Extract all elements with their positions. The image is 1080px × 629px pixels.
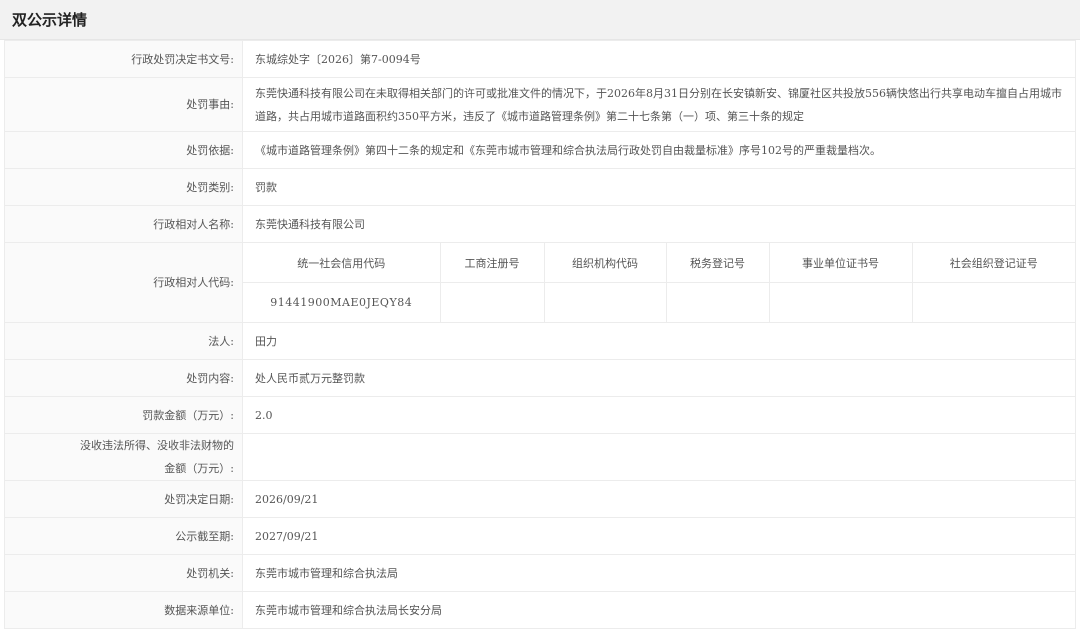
authority-value: 东莞市城市管理和综合执法局 <box>242 554 1076 592</box>
legal-person-value: 田力 <box>242 322 1076 360</box>
row-source: 数据来源单位: 东莞市城市管理和综合执法局长安分局 <box>4 591 1076 629</box>
row-decision-date: 处罚决定日期: 2026/09/21 <box>4 480 1076 518</box>
row-confiscation: 没收违法所得、没收非法财物的 金额（万元）: <box>4 433 1076 481</box>
row-publish-until: 公示截至期: 2027/09/21 <box>4 517 1076 555</box>
code-value-tax <box>666 282 770 322</box>
row-party-code: 行政相对人代码: 统一社会信用代码 工商注册号 组织机构代码 税务登记号 事业单… <box>4 242 1076 323</box>
code-header-tax: 税务登记号 <box>666 243 770 283</box>
party-code-cell: 统一社会信用代码 工商注册号 组织机构代码 税务登记号 事业单位证书号 社会组织… <box>242 242 1076 323</box>
source-value: 东莞市城市管理和综合执法局长安分局 <box>242 591 1076 629</box>
decision-no-label: 行政处罚决定书文号: <box>4 40 243 78</box>
party-code-table: 统一社会信用代码 工商注册号 组织机构代码 税务登记号 事业单位证书号 社会组织… <box>243 243 1075 322</box>
confiscation-label: 没收违法所得、没收非法财物的 金额（万元）: <box>4 433 243 481</box>
content-label: 处罚内容: <box>4 359 243 397</box>
party-code-header-row: 统一社会信用代码 工商注册号 组织机构代码 税务登记号 事业单位证书号 社会组织… <box>243 243 1075 283</box>
code-value-institution <box>769 282 913 322</box>
fine-value: 2.0 <box>242 396 1076 434</box>
cause-value: 东莞快通科技有限公司在未取得相关部门的许可或批准文件的情况下，于2026年8月3… <box>242 77 1076 132</box>
category-label: 处罚类别: <box>4 168 243 206</box>
confiscation-label-line2: 金额（万元）: <box>164 462 234 475</box>
code-value-business-reg <box>440 282 545 322</box>
party-code-value-row: 91441900MAE0JEQY84 <box>243 282 1075 323</box>
decision-no-value: 东城综处字〔2026〕第7-0094号 <box>242 40 1076 78</box>
decision-date-value: 2026/09/21 <box>242 480 1076 518</box>
code-header-org-code: 组织机构代码 <box>544 243 667 283</box>
party-name-value: 东莞快通科技有限公司 <box>242 205 1076 243</box>
code-header-institution: 事业单位证书号 <box>769 243 913 283</box>
publish-until-value: 2027/09/21 <box>242 517 1076 555</box>
code-header-business-reg: 工商注册号 <box>440 243 545 283</box>
party-code-label: 行政相对人代码: <box>4 242 243 323</box>
code-value-social-org <box>912 283 1075 323</box>
code-value-org-code <box>544 282 667 322</box>
fine-label: 罚款金额（万元）: <box>4 396 243 434</box>
publish-until-label: 公示截至期: <box>4 517 243 555</box>
content-value: 处人民币贰万元整罚款 <box>242 359 1076 397</box>
page-header: 双公示详情 <box>0 0 1080 40</box>
row-legal-person: 法人: 田力 <box>4 322 1076 360</box>
row-cause: 处罚事由: 东莞快通科技有限公司在未取得相关部门的许可或批准文件的情况下，于20… <box>4 77 1076 132</box>
basis-value: 《城市道路管理条例》第四十二条的规定和《东莞市城市管理和综合执法局行政处罚自由裁… <box>242 131 1076 169</box>
code-header-social-org: 社会组织登记证号 <box>912 243 1075 283</box>
row-content: 处罚内容: 处人民币贰万元整罚款 <box>4 359 1076 397</box>
category-value: 罚款 <box>242 168 1076 206</box>
legal-person-label: 法人: <box>4 322 243 360</box>
row-authority: 处罚机关: 东莞市城市管理和综合执法局 <box>4 554 1076 592</box>
row-fine: 罚款金额（万元）: 2.0 <box>4 396 1076 434</box>
decision-date-label: 处罚决定日期: <box>4 480 243 518</box>
row-basis: 处罚依据: 《城市道路管理条例》第四十二条的规定和《东莞市城市管理和综合执法局行… <box>4 131 1076 169</box>
row-category: 处罚类别: 罚款 <box>4 168 1076 206</box>
basis-label: 处罚依据: <box>4 131 243 169</box>
code-header-credit: 统一社会信用代码 <box>243 243 441 283</box>
cause-label: 处罚事由: <box>4 77 243 132</box>
detail-table: 行政处罚决定书文号: 东城综处字〔2026〕第7-0094号 处罚事由: 东莞快… <box>4 40 1076 629</box>
row-decision-no: 行政处罚决定书文号: 东城综处字〔2026〕第7-0094号 <box>4 40 1076 78</box>
party-name-label: 行政相对人名称: <box>4 205 243 243</box>
code-value-credit: 91441900MAE0JEQY84 <box>243 282 441 322</box>
authority-label: 处罚机关: <box>4 554 243 592</box>
source-label: 数据来源单位: <box>4 591 243 629</box>
confiscation-label-line1: 没收违法所得、没收非法财物的 <box>80 439 234 452</box>
row-party-name: 行政相对人名称: 东莞快通科技有限公司 <box>4 205 1076 243</box>
page-title: 双公示详情 <box>12 11 88 29</box>
confiscation-value <box>242 433 1076 481</box>
